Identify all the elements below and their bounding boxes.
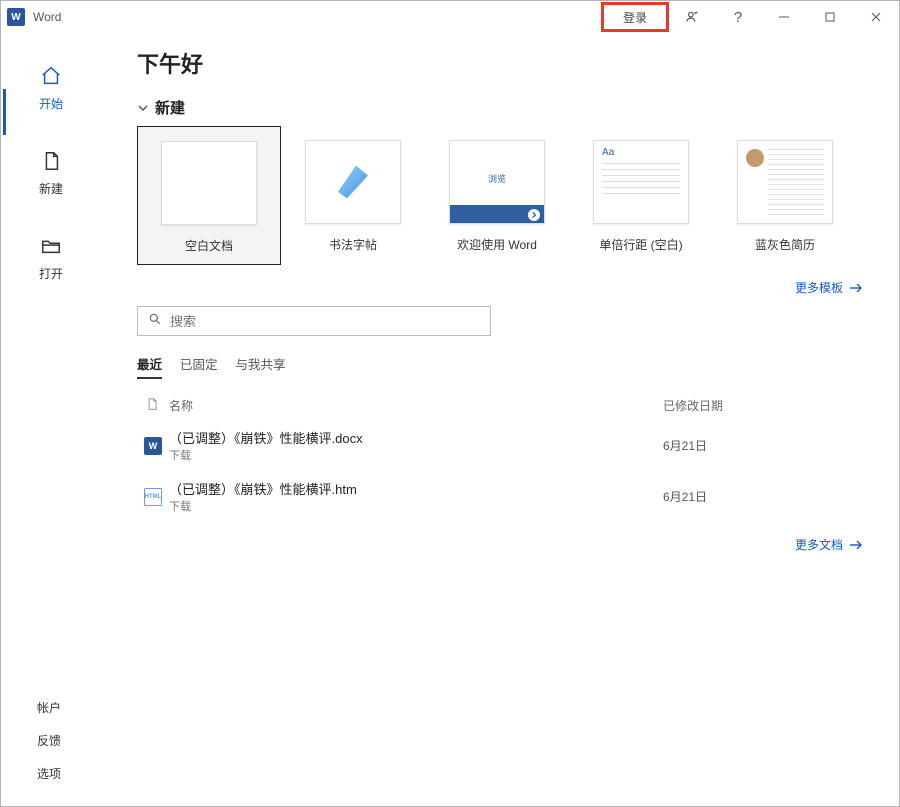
more-docs-link[interactable]: 更多文档 [795, 536, 863, 553]
template-label: 空白文档 [138, 237, 280, 254]
template-label: 单倍行距 (空白) [569, 236, 713, 253]
sidebar-item-label: 开始 [1, 95, 101, 112]
sidebar-item-new[interactable]: 新建 [1, 148, 101, 197]
file-modified: 6月21日 [663, 488, 863, 505]
main-area: 下午好 新建 空白文档 书法字帖 浏览 欢迎使用 Word 单倍行距 (空白) [101, 33, 899, 806]
sidebar-footer: 帐户 反馈 选项 [1, 691, 101, 790]
search-input[interactable] [170, 314, 480, 329]
sidebar: 开始 新建 打开 帐户 反馈 选项 [1, 33, 101, 806]
file-list-header: 名称 已修改日期 [137, 393, 863, 420]
login-button[interactable]: 登录 [605, 6, 665, 28]
new-section-header[interactable]: 新建 [137, 97, 863, 118]
file-row[interactable]: HTML （已调整）《崩铁》性能横评.htm 下载 6月21日 [137, 471, 863, 522]
more-docs-label: 更多文档 [795, 536, 843, 553]
template-thumb [737, 140, 833, 224]
file-modified: 6月21日 [663, 437, 863, 454]
file-location: 下载 [169, 447, 663, 463]
template-calligraphy[interactable]: 书法字帖 [281, 126, 425, 263]
sidebar-footer-feedback[interactable]: 反馈 [1, 724, 101, 757]
arrow-right-icon [849, 283, 863, 293]
search-icon [148, 312, 162, 331]
arrow-right-icon [528, 209, 540, 221]
template-thumb [593, 140, 689, 224]
template-label: 书法字帖 [281, 236, 425, 253]
help-icon[interactable]: ? [715, 1, 761, 33]
maximize-button[interactable] [807, 1, 853, 33]
sidebar-item-label: 打开 [1, 265, 101, 282]
file-name: （已调整）《崩铁》性能横评.docx [169, 428, 663, 447]
new-section-title: 新建 [155, 97, 185, 118]
sidebar-item-label: 新建 [1, 180, 101, 197]
file-location: 下载 [169, 498, 663, 514]
html-file-icon: HTML [137, 488, 169, 506]
welcome-preview-text: 浏览 [450, 172, 544, 185]
tab-recent[interactable]: 最近 [137, 354, 162, 379]
file-row[interactable]: W （已调整）《崩铁》性能横评.docx 下载 6月21日 [137, 420, 863, 471]
col-date-label: 已修改日期 [663, 397, 863, 414]
login-highlight-box: 登录 [601, 2, 669, 32]
sidebar-footer-account[interactable]: 帐户 [1, 691, 101, 724]
word-file-icon: W [137, 437, 169, 455]
arrow-right-icon [849, 540, 863, 550]
template-thumb [161, 141, 257, 225]
titlebar: W Word 登录 ? [1, 1, 899, 33]
template-resume-blue[interactable]: 蓝灰色简历 [713, 126, 857, 263]
minimize-button[interactable] [761, 1, 807, 33]
app-logo: W [7, 8, 25, 26]
chevron-down-icon [137, 102, 149, 114]
sidebar-footer-options[interactable]: 选项 [1, 757, 101, 790]
template-thumb [305, 140, 401, 224]
more-templates-link[interactable]: 更多模板 [795, 279, 863, 296]
recent-tabs: 最近 已固定 与我共享 [137, 354, 863, 379]
greeting-text: 下午好 [137, 47, 863, 79]
new-file-icon [1, 148, 101, 174]
template-welcome[interactable]: 浏览 欢迎使用 Word [425, 126, 569, 263]
file-icon [145, 397, 159, 414]
search-box[interactable] [137, 306, 491, 336]
template-single-space[interactable]: 单倍行距 (空白) [569, 126, 713, 263]
tab-shared[interactable]: 与我共享 [236, 354, 286, 379]
home-icon [1, 63, 101, 89]
sidebar-item-open[interactable]: 打开 [1, 233, 101, 282]
col-name-label: 名称 [169, 397, 193, 414]
file-name: （已调整）《崩铁》性能横评.htm [169, 479, 663, 498]
close-button[interactable] [853, 1, 899, 33]
template-gallery: 空白文档 书法字帖 浏览 欢迎使用 Word 单倍行距 (空白) 蓝灰色简历 [137, 126, 863, 265]
template-thumb: 浏览 [449, 140, 545, 224]
tab-pinned[interactable]: 已固定 [180, 354, 218, 379]
app-title: Word [33, 10, 61, 24]
account-manager-icon[interactable] [669, 1, 715, 33]
template-label: 蓝灰色简历 [713, 236, 857, 253]
more-templates-label: 更多模板 [795, 279, 843, 296]
open-folder-icon [1, 233, 101, 259]
sidebar-item-home[interactable]: 开始 [1, 63, 101, 112]
template-label: 欢迎使用 Word [425, 236, 569, 253]
template-blank[interactable]: 空白文档 [137, 126, 281, 265]
active-indicator [3, 89, 6, 135]
